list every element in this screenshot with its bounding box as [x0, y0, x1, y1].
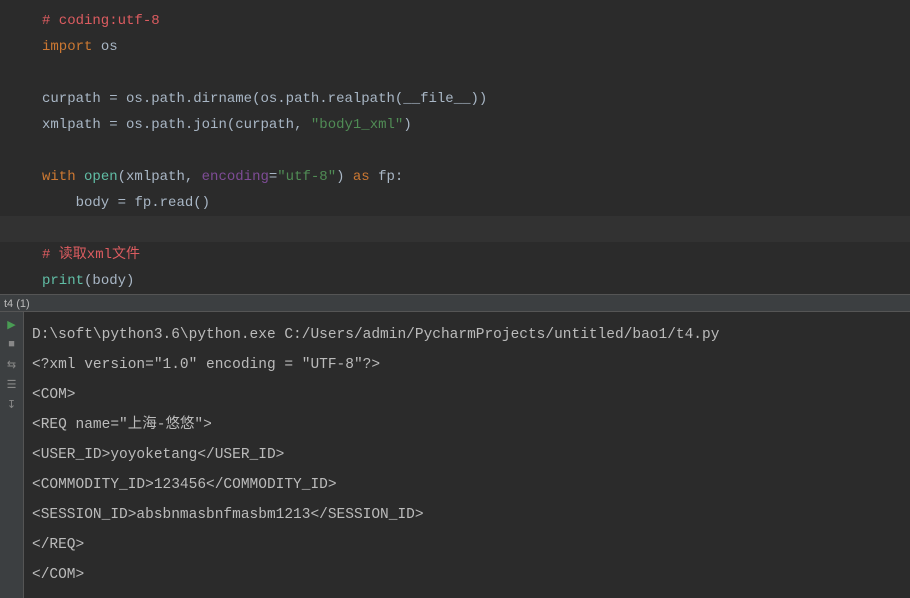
code-token: = — [118, 195, 135, 211]
code-token: body — [42, 195, 118, 211]
code-line[interactable]: # coding:utf-8 — [0, 8, 910, 34]
code-token: "utf-8" — [277, 169, 336, 185]
pin-icon[interactable]: ↧ — [3, 396, 21, 414]
code-token: curpath — [235, 117, 294, 133]
code-token: fp: — [378, 169, 403, 185]
code-token: ) — [403, 117, 411, 133]
code-token: # 读取xml文件 — [42, 247, 140, 263]
code-token: os — [101, 39, 118, 55]
code-line[interactable]: xmlpath = os.path.join(curpath, "body1_x… — [0, 112, 910, 138]
code-token: body — [92, 273, 126, 289]
code-token: = — [109, 91, 126, 107]
code-line[interactable]: print(body) — [0, 268, 910, 294]
code-token: __file__ — [403, 91, 470, 107]
code-token: ( — [227, 117, 235, 133]
console-line: </COM> — [32, 560, 902, 590]
console-line: <SESSION_ID>absbnmasbnfmasbm1213</SESSIO… — [32, 500, 902, 530]
code-token: )) — [471, 91, 488, 107]
code-token: os.path.dirname — [126, 91, 252, 107]
code-token: curpath — [42, 91, 109, 107]
code-token: = — [109, 117, 126, 133]
code-line[interactable]: # 读取xml文件 — [0, 242, 910, 268]
code-token: as — [353, 169, 378, 185]
console-line: D:\soft\python3.6\python.exe C:/Users/ad… — [32, 320, 902, 350]
code-token: ) — [336, 169, 353, 185]
code-editor[interactable]: # coding:utf-8 import os curpath = os.pat… — [0, 0, 910, 294]
code-line[interactable]: body = fp.read() — [0, 190, 910, 216]
code-token: ) — [126, 273, 134, 289]
code-token: , — [294, 117, 311, 133]
layout-icon[interactable]: ⇆ — [3, 356, 21, 374]
run-tab-label[interactable]: t4 (1) — [4, 298, 30, 310]
settings-icon[interactable]: ☰ — [3, 376, 21, 394]
console-line: <COM> — [32, 380, 902, 410]
code-token: xmlpath — [126, 169, 185, 185]
console-output[interactable]: D:\soft\python3.6\python.exe C:/Users/ad… — [24, 312, 910, 598]
code-token: print — [42, 273, 84, 289]
code-token: , — [185, 169, 202, 185]
code-token: encoding — [202, 169, 269, 185]
code-token: os.path.join — [126, 117, 227, 133]
code-token: ( — [118, 169, 126, 185]
console-toolbar: ▶ ■ ⇆ ☰ ↧ — [0, 312, 24, 598]
code-line[interactable]: curpath = os.path.dirname(os.path.realpa… — [0, 86, 910, 112]
code-token: "body1_xml" — [311, 117, 403, 133]
console-pane: ▶ ■ ⇆ ☰ ↧ D:\soft\python3.6\python.exe C… — [0, 312, 910, 598]
console-line: <COMMODITY_ID>123456</COMMODITY_ID> — [32, 470, 902, 500]
run-tab-bar[interactable]: t4 (1) — [0, 294, 910, 312]
console-line: <?xml version="1.0" encoding = "UTF-8"?> — [32, 350, 902, 380]
code-token: xmlpath — [42, 117, 109, 133]
code-line[interactable] — [0, 60, 910, 86]
console-line: <REQ name="上海-悠悠"> — [32, 410, 902, 440]
code-token: with — [42, 169, 84, 185]
code-line[interactable] — [0, 138, 910, 164]
code-token: () — [193, 195, 210, 211]
code-line[interactable]: import os — [0, 34, 910, 60]
code-line[interactable]: with open(xmlpath, encoding="utf-8") as … — [0, 164, 910, 190]
code-token: import — [42, 39, 101, 55]
code-token: fp.read — [134, 195, 193, 211]
console-line: <USER_ID>yoyoketang</USER_ID> — [32, 440, 902, 470]
rerun-icon[interactable]: ▶ — [3, 316, 21, 334]
code-token: # coding:utf-8 — [42, 13, 160, 29]
stop-icon[interactable]: ■ — [3, 336, 21, 354]
console-line: </REQ> — [32, 530, 902, 560]
code-token: open — [84, 169, 118, 185]
code-line[interactable] — [0, 216, 910, 242]
code-token: os.path.realpath — [260, 91, 394, 107]
